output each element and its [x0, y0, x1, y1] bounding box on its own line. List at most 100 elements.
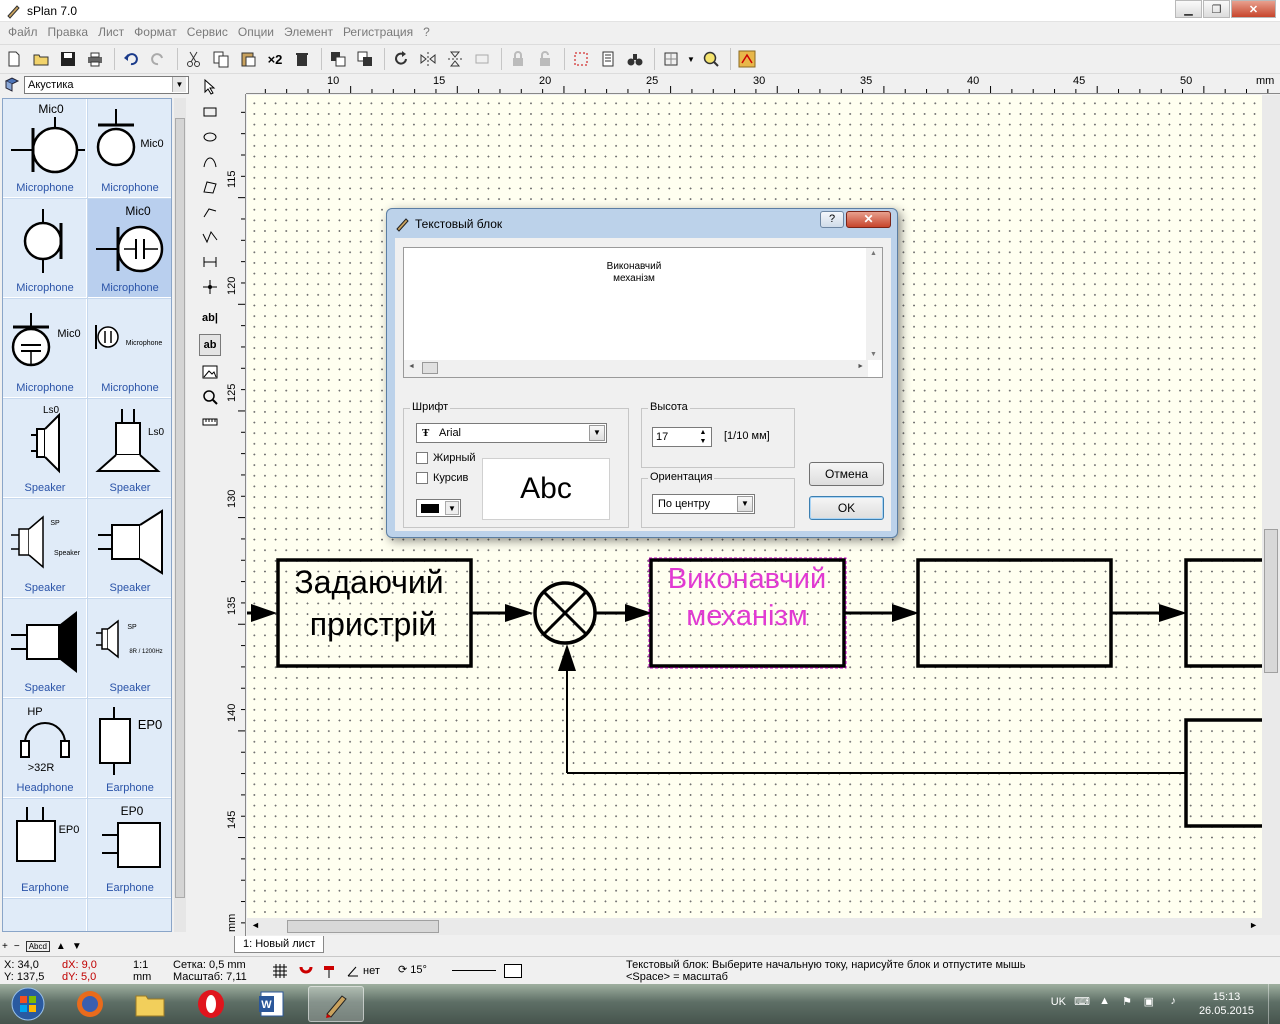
align-icon[interactable] — [470, 47, 494, 71]
polygon-icon[interactable] — [199, 176, 221, 198]
height-spinner[interactable]: 17 ▲ ▼ — [652, 427, 712, 447]
taskbar-firefox[interactable] — [62, 986, 118, 1022]
chevron-down-icon[interactable]: ▼ — [870, 351, 877, 358]
cut-icon[interactable] — [182, 47, 206, 71]
font-color-picker[interactable]: ▼ — [416, 499, 461, 517]
line-width-sample[interactable] — [452, 970, 496, 971]
library-label-toggle[interactable]: Abcd — [25, 940, 50, 952]
library-item[interactable]: Microphone Microphone — [88, 299, 171, 398]
text-hscroll-thumb[interactable] — [422, 362, 438, 374]
paste-icon[interactable] — [236, 47, 260, 71]
italic-checkbox[interactable]: Курсив — [416, 472, 468, 484]
image-icon[interactable] — [199, 361, 221, 383]
zoom-icon[interactable] — [199, 386, 221, 408]
menu-options[interactable]: Опции — [233, 25, 279, 39]
cancel-button[interactable]: Отмена — [809, 462, 884, 486]
component-list-icon[interactable] — [596, 47, 620, 71]
start-button[interactable] — [2, 986, 54, 1022]
library-item[interactable]: HP >32R Headphone — [3, 699, 87, 798]
library-item[interactable]: Speaker — [3, 599, 87, 698]
undo-icon[interactable] — [119, 47, 143, 71]
chevron-down-icon[interactable]: ▼ — [445, 501, 459, 515]
orientation-select[interactable]: По центру ▼ — [652, 494, 755, 514]
remove-icon[interactable]: − — [14, 941, 20, 952]
library-item[interactable]: Mic0 Microphone — [3, 299, 87, 398]
menu-edit[interactable]: Правка — [43, 25, 94, 39]
chevron-down-icon[interactable]: ▼ — [172, 77, 186, 92]
clock[interactable]: 15:13 26.05.2015 — [1199, 990, 1254, 1018]
snap-pin-icon[interactable] — [322, 963, 338, 982]
copy-icon[interactable] — [209, 47, 233, 71]
library-item[interactable]: Ls0 Speaker — [88, 399, 171, 498]
tab-sheet-1[interactable]: 1: Новый лист — [234, 936, 325, 953]
send-back-icon[interactable] — [353, 47, 377, 71]
chevron-down-icon[interactable]: ▼ — [737, 496, 753, 512]
snap-icon[interactable] — [569, 47, 593, 71]
library-scroll-thumb[interactable] — [175, 118, 185, 898]
show-desktop-button[interactable] — [1268, 984, 1280, 1024]
height-spinner-value[interactable]: 17 — [656, 431, 668, 443]
minimize-button[interactable]: ▁ — [1175, 0, 1202, 18]
fill-sample[interactable] — [504, 964, 522, 978]
menu-format[interactable]: Формат — [129, 25, 182, 39]
library-item[interactable]: Microphone — [3, 199, 87, 298]
canvas-vertical-scrollbar[interactable] — [1262, 95, 1280, 935]
rotation-step[interactable]: ⟳ 15° — [398, 964, 427, 976]
mirror-v-icon[interactable] — [443, 47, 467, 71]
arrow-down-icon[interactable]: ▼ — [72, 941, 82, 952]
line-icon[interactable] — [199, 201, 221, 223]
menu-element[interactable]: Элемент — [279, 25, 338, 39]
library-item[interactable]: Ls0 Speaker — [3, 399, 87, 498]
junction-icon[interactable] — [199, 276, 221, 298]
binoculars-icon[interactable] — [623, 47, 647, 71]
text-input-area[interactable]: Виконавчий механізм ▲ ▼ ◄ ► — [403, 247, 883, 378]
menu-sheet[interactable]: Лист — [93, 25, 129, 39]
new-file-icon[interactable] — [2, 47, 26, 71]
block-3[interactable] — [916, 558, 1113, 668]
taskbar-explorer[interactable] — [122, 986, 178, 1022]
chevron-down-icon[interactable]: ▼ — [589, 425, 605, 441]
delete-icon[interactable] — [290, 47, 314, 71]
menu-service[interactable]: Сервис — [182, 25, 233, 39]
feedback-block[interactable] — [1184, 718, 1262, 828]
tray-expand-icon[interactable]: ▲ — [1099, 995, 1110, 1007]
rotate-icon[interactable] — [389, 47, 413, 71]
bezier-icon[interactable] — [199, 151, 221, 173]
dialog-close-button[interactable]: ✕ — [846, 211, 891, 228]
category-value[interactable]: Акустика — [24, 76, 189, 94]
language-indicator[interactable]: UK — [1051, 996, 1066, 1008]
ruler-icon[interactable] — [199, 411, 221, 433]
chevron-up-icon[interactable]: ▲ — [870, 250, 877, 257]
grid-toggle-icon[interactable] — [272, 963, 288, 982]
text-tool[interactable]: ab| — [199, 307, 221, 329]
text-horizontal-scrollbar[interactable]: ◄ ► — [404, 360, 868, 377]
save-icon[interactable] — [56, 47, 80, 71]
library-item[interactable]: EP0 Earphone — [3, 799, 87, 898]
menu-registration[interactable]: Регистрация — [338, 25, 418, 39]
add-icon[interactable]: + — [2, 941, 8, 952]
chevron-right-icon[interactable]: ► — [857, 363, 864, 370]
library-item[interactable]: Mic0 Microphone — [3, 99, 87, 198]
chevron-left-icon[interactable]: ◄ — [408, 363, 415, 370]
taskbar-splan[interactable] — [308, 986, 364, 1022]
font-select[interactable]: Ŧ Arial ▼ — [416, 423, 607, 443]
canvas-horizontal-scrollbar[interactable]: ◄ ► — [247, 918, 1262, 935]
library-item[interactable]: EP0 Earphone — [88, 799, 171, 898]
ok-button[interactable]: OK — [809, 496, 884, 520]
duplicate-x2-button[interactable]: ×2 — [263, 47, 287, 71]
chevron-right-icon[interactable]: ► — [1249, 920, 1258, 930]
zoom-fit-icon[interactable] — [699, 47, 723, 71]
magnet-icon[interactable] — [298, 963, 314, 982]
chevron-left-icon[interactable]: ◄ — [251, 920, 260, 930]
menu-help[interactable]: ? — [418, 25, 435, 39]
rectangle-icon[interactable] — [199, 101, 221, 123]
library-item[interactable]: Mic0 Microphone — [88, 99, 171, 198]
text-vertical-scrollbar[interactable]: ▲ ▼ — [866, 248, 882, 360]
horizontal-scroll-thumb[interactable] — [287, 920, 439, 933]
text-block-tool[interactable]: ab — [199, 334, 221, 356]
library-item[interactable]: SP 8R / 1200Hz Speaker — [88, 599, 171, 698]
volume-icon[interactable]: ♪ — [1171, 995, 1177, 1007]
chevron-down-icon[interactable]: ▼ — [686, 47, 696, 71]
library-item[interactable]: EP0 Earphone — [88, 699, 171, 798]
angle-mode[interactable]: нет — [346, 964, 380, 978]
